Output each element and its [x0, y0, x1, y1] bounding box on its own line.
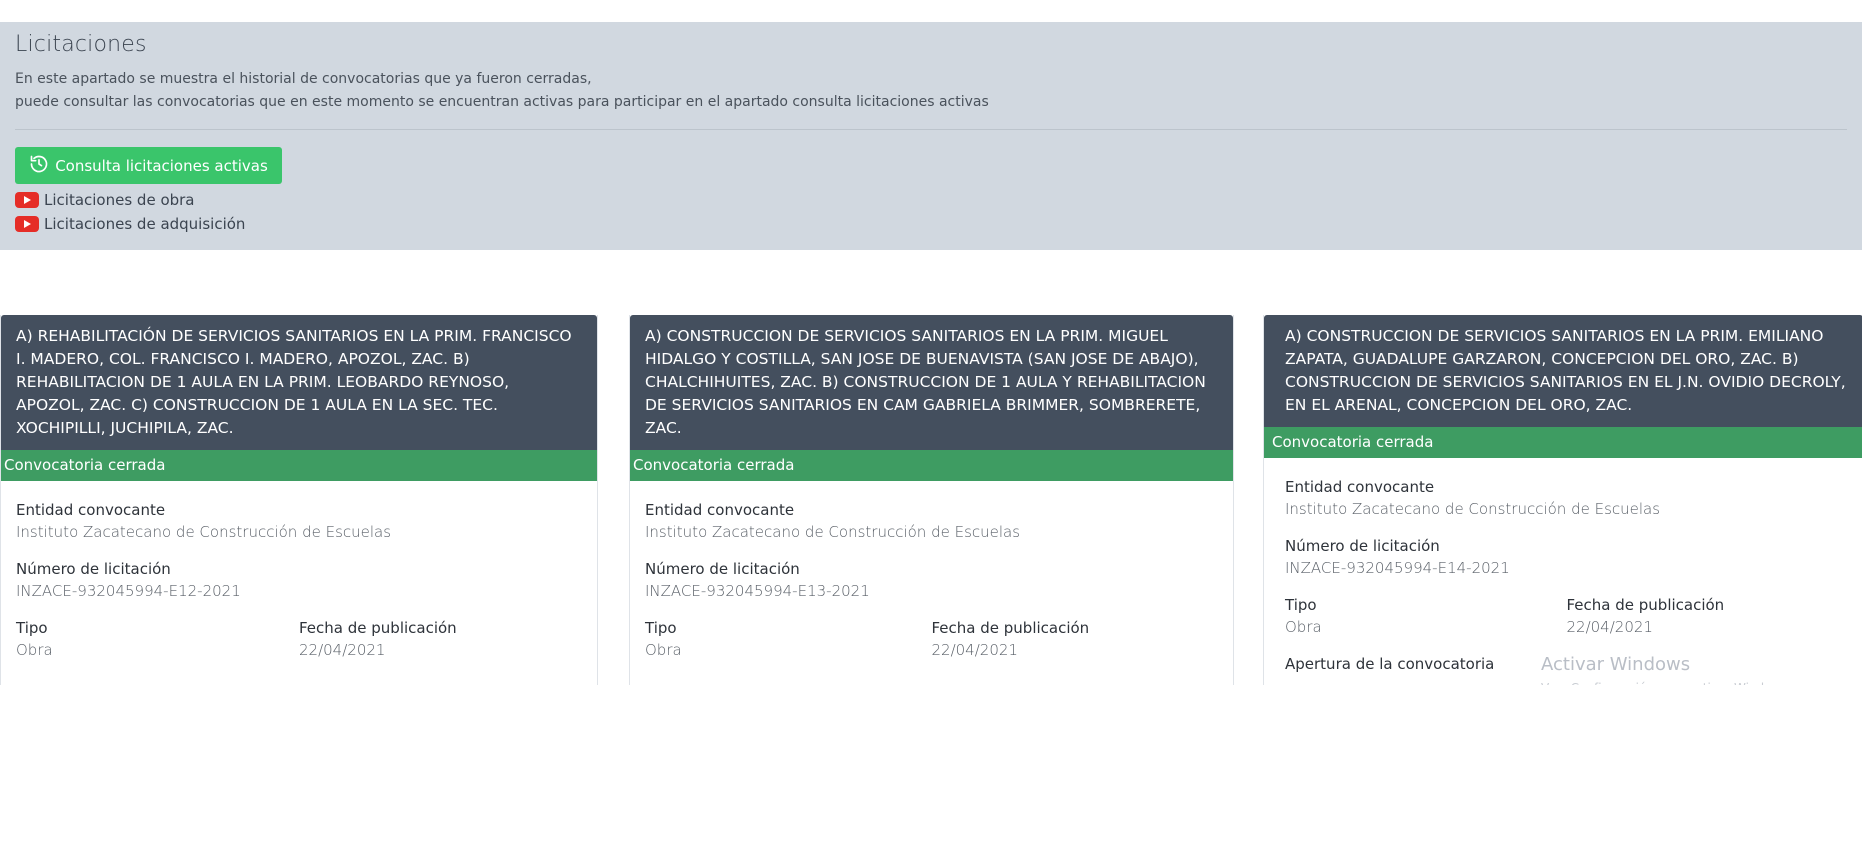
numero-label: Número de licitación [645, 560, 800, 578]
youtube-icon [15, 192, 39, 208]
tipo-field: Tipo Obra [1285, 594, 1567, 638]
numero-field: Número de licitación INZACE-932045994-E1… [1285, 535, 1848, 579]
tipo-value: Obra [16, 641, 53, 659]
page-description: En este apartado se muestra el historial… [15, 68, 989, 114]
entidad-value: Instituto Zacatecano de Construcción de … [645, 523, 1021, 541]
numero-value: INZACE-932045994-E13-2021 [645, 582, 870, 600]
description-line-1: En este apartado se muestra el historial… [15, 71, 592, 87]
tender-card[interactable]: A) REHABILITACIÓN DE SERVICIOS SANITARIO… [0, 315, 598, 685]
header-divider [15, 129, 1847, 130]
page-header: Licitaciones En este apartado se muestra… [0, 22, 1862, 250]
tipo-field: Tipo Obra [645, 617, 932, 661]
tipo-label: Tipo [645, 619, 677, 637]
tender-card-body: Entidad convocante Instituto Zacatecano … [1, 481, 597, 676]
history-icon [29, 154, 49, 178]
entidad-label: Entidad convocante [1285, 478, 1435, 496]
entidad-value: Instituto Zacatecano de Construcción de … [1285, 500, 1661, 518]
tipo-label: Tipo [16, 619, 48, 637]
tender-card-body: Entidad convocante Instituto Zacatecano … [630, 481, 1233, 676]
entidad-label: Entidad convocante [16, 501, 166, 519]
video-link-adquisicion[interactable]: Licitaciones de adquisición [15, 215, 245, 233]
fecha-field: Fecha de publicación 22/04/2021 [1567, 594, 1849, 638]
windows-activation-watermark: Activar Windows [1541, 654, 1691, 675]
fecha-value: 22/04/2021 [931, 641, 1018, 659]
numero-value: INZACE-932045994-E12-2021 [16, 582, 241, 600]
fecha-value: 22/04/2021 [1566, 618, 1653, 636]
numero-field: Número de licitación INZACE-932045994-E1… [645, 558, 1218, 602]
entidad-label: Entidad convocante [645, 501, 795, 519]
tipo-fecha-row: Tipo Obra Fecha de publicación 22/04/202… [16, 617, 582, 676]
fecha-field: Fecha de publicación 22/04/2021 [932, 617, 1219, 661]
tipo-value: Obra [645, 641, 682, 659]
tender-card-title[interactable]: A) REHABILITACIÓN DE SERVICIOS SANITARIO… [1, 315, 597, 450]
active-tenders-button-label: Consulta licitaciones activas [55, 156, 268, 175]
description-line-2: puede consultar las convocatorias que en… [15, 94, 989, 110]
active-tenders-button[interactable]: Consulta licitaciones activas [15, 147, 282, 184]
entidad-value: Instituto Zacatecano de Construcción de … [16, 523, 392, 541]
video-link-obra-label: Licitaciones de obra [44, 191, 195, 209]
numero-value: INZACE-932045994-E14-2021 [1285, 559, 1510, 577]
tipo-label: Tipo [1285, 596, 1317, 614]
page-blank-area [0, 685, 1862, 850]
numero-label: Número de licitación [16, 560, 171, 578]
numero-label: Número de licitación [1285, 537, 1440, 555]
status-badge: Convocatoria cerrada [1, 450, 597, 481]
fecha-label: Fecha de publicación [931, 619, 1090, 637]
video-link-adquisicion-label: Licitaciones de adquisición [44, 215, 246, 233]
tender-card-title[interactable]: A) CONSTRUCCION DE SERVICIOS SANITARIOS … [630, 315, 1233, 450]
numero-field: Número de licitación INZACE-932045994-E1… [16, 558, 582, 602]
tender-card-body: Entidad convocante Instituto Zacatecano … [1264, 458, 1862, 675]
entidad-field: Entidad convocante Instituto Zacatecano … [1285, 476, 1848, 520]
tender-card-title[interactable]: A) CONSTRUCCION DE SERVICIOS SANITARIOS … [1264, 315, 1862, 427]
video-link-obra[interactable]: Licitaciones de obra [15, 191, 195, 209]
fecha-field: Fecha de publicación 22/04/2021 [299, 617, 582, 661]
tipo-fecha-row: Tipo Obra Fecha de publicación 22/04/202… [1285, 594, 1848, 653]
status-badge: Convocatoria cerrada [630, 450, 1233, 481]
fecha-label: Fecha de publicación [299, 619, 457, 637]
tipo-fecha-row: Tipo Obra Fecha de publicación 22/04/202… [645, 617, 1218, 676]
entidad-field: Entidad convocante Instituto Zacatecano … [645, 499, 1218, 543]
tender-card[interactable]: A) CONSTRUCCION DE SERVICIOS SANITARIOS … [629, 315, 1234, 685]
fecha-value: 22/04/2021 [299, 641, 386, 659]
status-badge: Convocatoria cerrada [1264, 427, 1862, 458]
tender-card[interactable]: A) CONSTRUCCION DE SERVICIOS SANITARIOS … [1263, 315, 1862, 685]
entidad-field: Entidad convocante Instituto Zacatecano … [16, 499, 582, 543]
fecha-label: Fecha de publicación [1566, 596, 1725, 614]
youtube-icon [15, 216, 39, 232]
page-title: Licitaciones [15, 32, 147, 57]
tipo-value: Obra [1285, 618, 1322, 636]
tipo-field: Tipo Obra [16, 617, 299, 661]
